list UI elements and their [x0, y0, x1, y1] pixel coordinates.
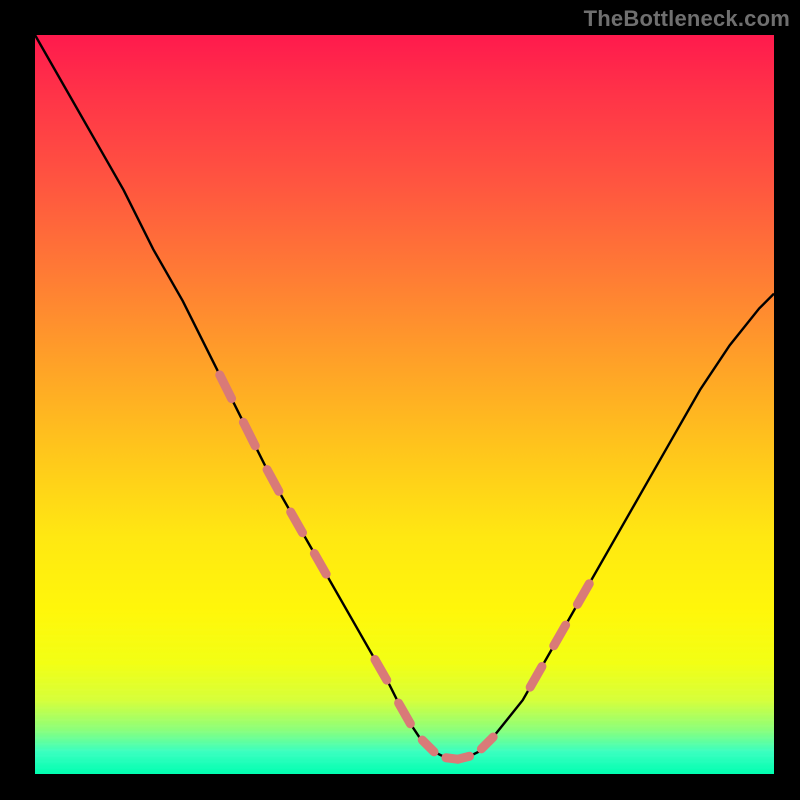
- dotted-dash: [291, 512, 303, 533]
- dotted-dash: [458, 756, 470, 759]
- plot-area: [35, 35, 774, 774]
- dotted-dash: [554, 625, 566, 646]
- bottleneck-curve: [35, 35, 774, 759]
- dotted-dash: [243, 422, 255, 446]
- watermark-text: TheBottleneck.com: [584, 6, 790, 32]
- dotted-dash: [267, 470, 279, 492]
- curve-svg: [35, 35, 774, 774]
- dotted-dash: [530, 666, 542, 687]
- chart-frame: TheBottleneck.com: [0, 0, 800, 800]
- dotted-dash: [220, 375, 232, 399]
- dotted-dash: [481, 737, 493, 749]
- dotted-dash: [375, 659, 387, 680]
- dotted-overlay: [220, 375, 590, 759]
- dotted-dash: [314, 553, 326, 574]
- dotted-dash: [422, 740, 434, 752]
- dotted-dash: [399, 703, 411, 724]
- dotted-dash: [577, 584, 589, 605]
